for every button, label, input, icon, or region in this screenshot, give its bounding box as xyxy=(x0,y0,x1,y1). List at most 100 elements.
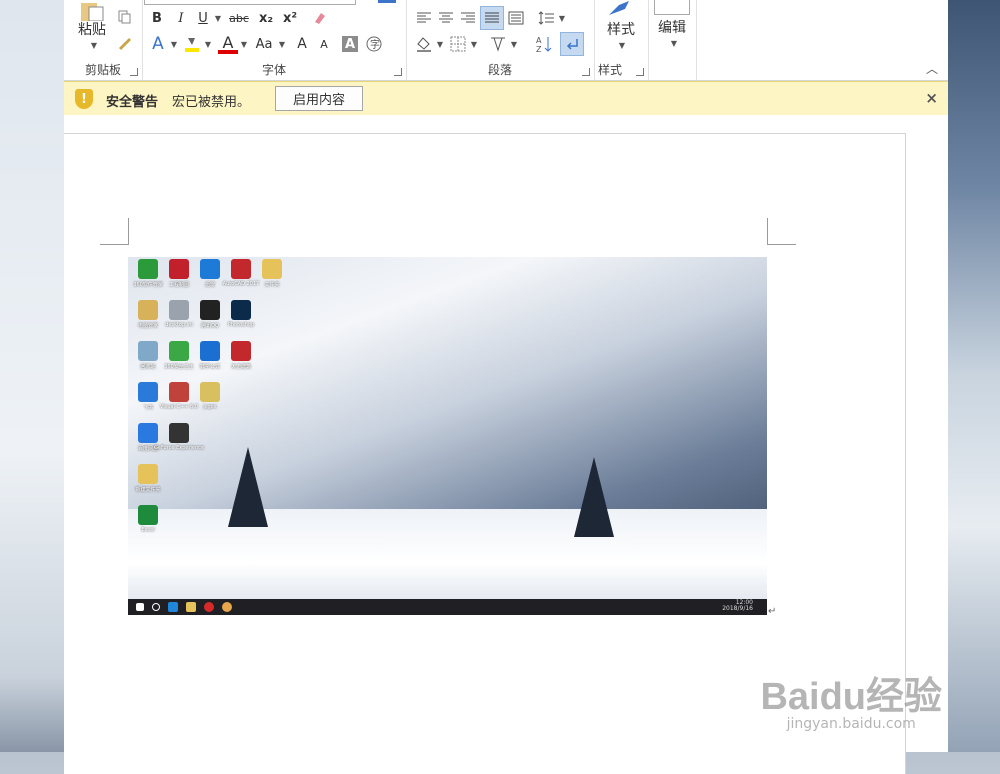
styles-launcher-icon[interactable] xyxy=(636,68,644,76)
desktop-icon[interactable]: GeForce Experience xyxy=(154,423,204,463)
paragraph-group-label: 段落 xyxy=(487,63,512,77)
desktop-icon[interactable]: Photoshop xyxy=(221,300,261,340)
copy-icon[interactable] xyxy=(116,8,134,26)
security-warning-title: 安全警告 xyxy=(106,95,159,110)
styles-dropdown-icon[interactable]: ▼ xyxy=(616,40,626,50)
collapse-ribbon-icon[interactable]: ︿ xyxy=(922,60,942,76)
snow-foreground xyxy=(128,509,767,599)
desktop-app-icon xyxy=(138,259,158,279)
find-icon[interactable] xyxy=(654,0,690,15)
desktop-app-icon xyxy=(200,300,220,320)
embedded-desktop-screenshot[interactable]: 360软件管家 电脑管家 回收站 飞书 百度网盘 新建文件夹 Excel 工程制图 deskto… xyxy=(128,257,767,615)
chinese-layout-icon[interactable] xyxy=(488,34,508,54)
search-icon[interactable] xyxy=(152,603,160,611)
text-effect-button[interactable]: A xyxy=(148,34,168,54)
desktop-app-icon xyxy=(200,382,220,402)
shading-icon[interactable] xyxy=(414,34,434,54)
desktop-icon-label: 新建文件夹 xyxy=(135,487,161,493)
align-left-icon[interactable] xyxy=(414,8,434,28)
strikethrough-button[interactable]: abc xyxy=(226,8,252,28)
shrink-font-button[interactable]: A xyxy=(314,34,334,54)
italic-button[interactable]: I xyxy=(172,8,190,28)
desktop-icon[interactable]: 新建文件夹 xyxy=(128,464,168,504)
desktop-app-icon xyxy=(169,300,189,320)
align-center-icon[interactable] xyxy=(436,8,456,28)
clear-formatting-icon[interactable] xyxy=(310,8,330,28)
underline-button[interactable]: U xyxy=(194,8,212,28)
styles-button[interactable]: 样式 xyxy=(598,20,644,38)
subscript-button[interactable]: x₂ xyxy=(256,8,276,28)
bold-button[interactable]: B xyxy=(148,8,166,28)
start-icon[interactable] xyxy=(136,603,144,611)
desktop-icon-label: 回收站 xyxy=(140,364,156,370)
text-effect-dropdown-icon[interactable]: ▼ xyxy=(168,34,178,54)
editing-dropdown-icon[interactable]: ▼ xyxy=(668,38,678,48)
sort-icon[interactable]: AZ xyxy=(534,34,554,54)
desktop-app-icon xyxy=(262,259,282,279)
line-spacing-icon[interactable] xyxy=(536,8,556,28)
desktop-icon-label: 天正建筑 xyxy=(230,364,251,370)
crop-mark-right xyxy=(767,218,796,245)
font-name-box[interactable] xyxy=(144,0,356,5)
borders-dropdown-icon[interactable]: ▼ xyxy=(468,34,478,54)
distributed-icon[interactable] xyxy=(506,8,526,28)
security-warning-bar: ! 安全警告 宏已被禁用。 启用内容 × xyxy=(64,81,948,116)
format-painter-icon[interactable] xyxy=(116,34,134,52)
paragraph-launcher-icon[interactable] xyxy=(582,68,590,76)
grow-font-button[interactable]: A xyxy=(292,34,312,54)
shading-dropdown-icon[interactable]: ▼ xyxy=(434,34,444,54)
desktop-background-left xyxy=(0,0,64,752)
edge-icon[interactable] xyxy=(168,602,178,612)
svg-text:A: A xyxy=(536,36,542,45)
desktop-icon-label: jcgex xyxy=(203,404,217,410)
explorer-icon[interactable] xyxy=(186,602,196,612)
font-color-button[interactable]: A xyxy=(218,33,238,54)
underline-dropdown-icon[interactable]: ▼ xyxy=(212,8,222,28)
clipboard-group: 粘贴 ▼ 剪贴板 xyxy=(64,0,143,80)
crop-mark-left xyxy=(100,218,129,245)
desktop-app-icon xyxy=(169,259,189,279)
desktop-icon[interactable]: Excel xyxy=(128,505,168,545)
styles-icon[interactable] xyxy=(602,0,638,18)
desktop-app-icon xyxy=(138,505,158,525)
desktop-icon[interactable]: jcgex xyxy=(190,382,230,422)
desktop-app-icon xyxy=(231,259,251,279)
font-color-dropdown-icon[interactable]: ▼ xyxy=(238,34,248,54)
system-tray: 12:00 2018/9/16 xyxy=(722,600,753,612)
align-right-icon[interactable] xyxy=(458,8,478,28)
watermark-logo: Baidu经验 xyxy=(760,676,942,718)
chinese-layout-dropdown-icon[interactable]: ▼ xyxy=(508,34,518,54)
desktop-app-icon xyxy=(138,423,158,443)
paste-button[interactable]: 粘贴 xyxy=(72,20,112,38)
desktop-icon[interactable]: 文件夹 xyxy=(252,259,292,299)
desktop-app-icon xyxy=(169,341,189,361)
svg-text:字: 字 xyxy=(370,38,380,51)
editing-button[interactable]: 编辑 xyxy=(652,18,692,36)
line-spacing-dropdown-icon[interactable]: ▼ xyxy=(556,8,566,28)
enable-content-button[interactable]: 启用内容 xyxy=(275,86,363,111)
superscript-button[interactable]: x² xyxy=(280,8,300,28)
clipboard-launcher-icon[interactable] xyxy=(130,68,138,76)
character-shading-icon[interactable]: A xyxy=(342,36,358,52)
highlight-icon[interactable] xyxy=(182,34,202,54)
borders-icon[interactable] xyxy=(448,34,468,54)
taskbar: 12:00 2018/9/16 xyxy=(128,599,767,615)
desktop-app-icon xyxy=(231,341,251,361)
desktop-icon-label: 迅雷 xyxy=(204,282,215,288)
desktop-icon[interactable]: 天正建筑 xyxy=(221,341,261,381)
enclose-character-icon[interactable]: 字 xyxy=(364,34,384,54)
app-icon[interactable] xyxy=(204,602,214,612)
highlight-dropdown-icon[interactable]: ▼ xyxy=(202,34,212,54)
change-case-button[interactable]: Aa xyxy=(252,34,276,54)
font-launcher-icon[interactable] xyxy=(394,68,402,76)
close-icon[interactable]: × xyxy=(925,89,938,107)
desktop-app-icon xyxy=(138,341,158,361)
justify-icon[interactable] xyxy=(480,6,504,30)
font-size-box-edge xyxy=(378,0,396,3)
desktop-app-icon xyxy=(138,464,158,484)
show-marks-icon[interactable] xyxy=(560,32,584,56)
change-case-dropdown-icon[interactable]: ▼ xyxy=(276,34,286,54)
ribbon: 粘贴 ▼ 剪贴板 B I U ▼ abc x₂ x² A ▼ ▼ A ▼ Aa … xyxy=(64,0,948,81)
browser-icon[interactable] xyxy=(222,602,232,612)
paste-dropdown-icon[interactable]: ▼ xyxy=(88,40,98,50)
